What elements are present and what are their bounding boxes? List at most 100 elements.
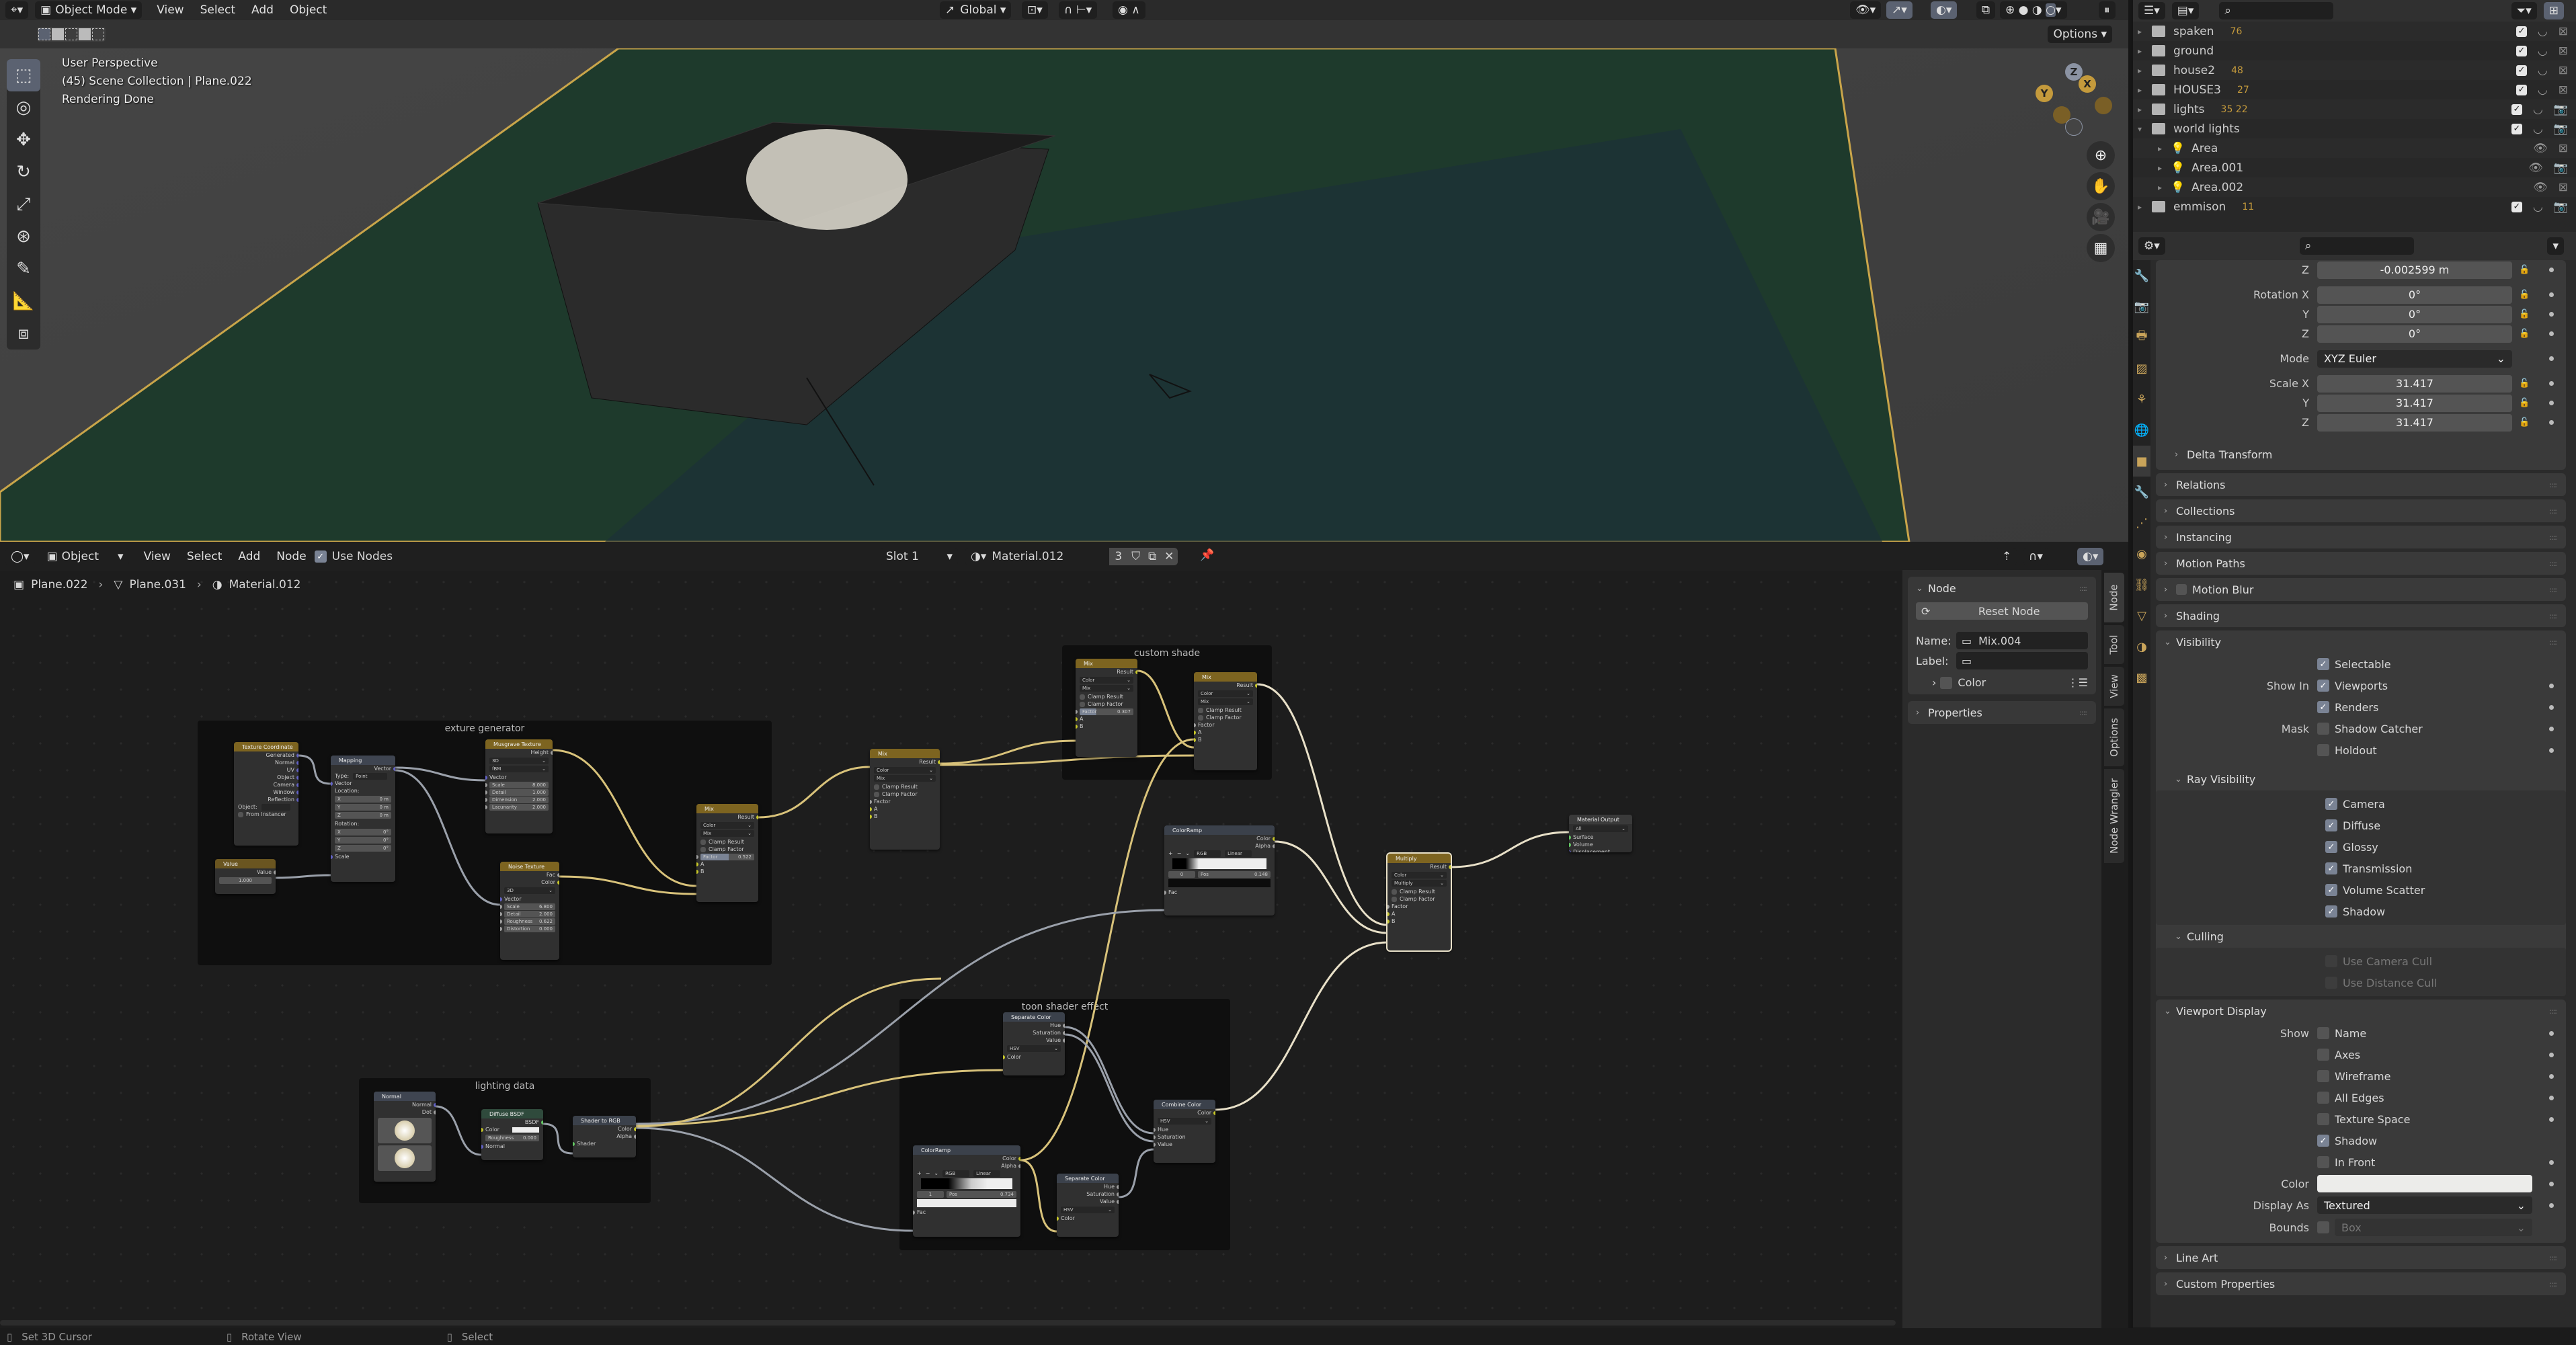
- culling-checkbox[interactable]: [2325, 955, 2337, 967]
- outliner-item-name[interactable]: ground: [2173, 44, 2214, 58]
- color-ramp-gradient[interactable]: [921, 1178, 1012, 1189]
- render-disabled-icon[interactable]: ⊠: [2559, 142, 2568, 155]
- render-disabled-icon[interactable]: ⊠: [2559, 44, 2568, 58]
- stop-index-field[interactable]: 1: [917, 1190, 944, 1198]
- stop-color-swatch[interactable]: [1168, 879, 1271, 887]
- stop-index-field[interactable]: 0: [1168, 870, 1195, 878]
- keyframe-dot[interactable]: [2549, 704, 2554, 710]
- input-socket[interactable]: [870, 799, 872, 804]
- input-socket[interactable]: [870, 807, 872, 811]
- bounds-checkbox[interactable]: [2317, 1221, 2329, 1233]
- relations-header[interactable]: › Relations::::: [2156, 473, 2566, 496]
- disclosure-closed-icon[interactable]: ▸: [2153, 183, 2167, 192]
- use-nodes-toggle[interactable]: ✓ Use Nodes: [314, 550, 393, 563]
- hide-viewport-icon[interactable]: ◡: [2533, 200, 2543, 214]
- viewports-checkbox[interactable]: ✓: [2317, 680, 2329, 692]
- visibility-header[interactable]: ⌄ Visibility::::: [2156, 630, 2566, 653]
- drag-grip-icon[interactable]: ::::: [2549, 533, 2557, 542]
- tab-particles[interactable]: ⋰: [2133, 507, 2150, 538]
- node-musgrave-texture[interactable]: Musgrave Texture Height 3D ⌄ fBM ⌄ Vector …: [485, 739, 553, 833]
- select-intersect-icon[interactable]: [92, 28, 104, 40]
- rotation-x-field[interactable]: 0°: [2317, 286, 2512, 304]
- keyframe-dot[interactable]: [2549, 1181, 2554, 1186]
- add-cube-tool[interactable]: ⧈: [7, 317, 40, 350]
- node-name-field[interactable]: ▭ Mix.004: [1956, 632, 2088, 649]
- node-texture-coordinate[interactable]: Texture Coordinate Generated Normal UV Obje…: [234, 742, 298, 846]
- input-socket[interactable]: [331, 781, 333, 786]
- clamp-result-checkbox[interactable]: [874, 784, 879, 790]
- color-mode-dropdown[interactable]: RGB: [942, 1170, 970, 1177]
- rotation-z-field[interactable]: 0°: [2317, 325, 2512, 343]
- rotate-tool[interactable]: ↻: [7, 156, 40, 188]
- outliner-row[interactable]: ▸ lights 35 22 ✓ ◡ 📷: [2133, 99, 2576, 119]
- tab-constraints[interactable]: ⛓: [2133, 569, 2150, 600]
- node-label-field[interactable]: ▭: [1956, 652, 2088, 669]
- display-as-dropdown[interactable]: Textured ⌄: [2317, 1196, 2532, 1214]
- node-value-field[interactable]: Scale 8.000: [489, 781, 549, 788]
- ray-visibility-checkbox[interactable]: ✓: [2325, 905, 2337, 918]
- input-socket[interactable]: [696, 854, 698, 859]
- input-socket[interactable]: [500, 926, 502, 931]
- node-panel-header[interactable]: ⌄ Node::::: [1908, 577, 2096, 600]
- pin-button[interactable]: 📌: [1200, 548, 1214, 562]
- input-socket[interactable]: [500, 911, 502, 916]
- factor-field[interactable]: Factor 0.307: [1080, 708, 1133, 715]
- hide-viewport-icon[interactable]: ◡: [2533, 122, 2543, 136]
- hide-viewport-icon[interactable]: ◡: [2538, 25, 2548, 38]
- keyframe-dot[interactable]: [2549, 726, 2554, 731]
- collections-header[interactable]: › Collections::::: [2156, 499, 2566, 522]
- motion-paths-header[interactable]: › Motion Paths::::: [2156, 552, 2566, 575]
- tab-tool[interactable]: 🔧: [2133, 260, 2150, 291]
- drag-grip-icon[interactable]: ::::: [2549, 481, 2557, 489]
- drag-grip-icon[interactable]: ::::: [2549, 1254, 2557, 1262]
- location-y[interactable]: Y0 m: [335, 804, 391, 811]
- tab-view-layer[interactable]: ▨: [2133, 353, 2150, 384]
- clamp-factor-checkbox[interactable]: [700, 846, 706, 852]
- outliner-row[interactable]: ▸ 💡 Area.002 👁 ⊠: [2133, 177, 2576, 197]
- wireframe-shading-icon[interactable]: ⊕: [2005, 3, 2015, 17]
- node-value-field[interactable]: Distortion 0.000: [504, 925, 555, 932]
- drag-grip-icon[interactable]: ::::: [2079, 708, 2087, 717]
- tab-world[interactable]: 🌐: [2133, 415, 2150, 446]
- tab-material[interactable]: ◑: [2133, 631, 2150, 662]
- input-socket[interactable]: [1387, 919, 1390, 924]
- rendered-shading-icon[interactable]: ○: [2046, 3, 2056, 17]
- node-noise-texture[interactable]: Noise Texture Fac Color 3D ⌄ Vector Scale…: [500, 862, 559, 960]
- culling-checkbox[interactable]: [2325, 977, 2337, 989]
- roughness-field[interactable]: Roughness 0.000: [485, 1135, 539, 1141]
- disclosure-closed-icon[interactable]: ▸: [2133, 202, 2146, 212]
- mix-dtype-dropdown[interactable]: Color ⌄: [1080, 677, 1133, 684]
- cursor-tool[interactable]: ◎: [7, 91, 40, 124]
- output-socket[interactable]: [1135, 669, 1137, 674]
- annotate-tool[interactable]: ✎: [7, 253, 40, 285]
- add-stop-icon[interactable]: +: [917, 1170, 922, 1176]
- input-socket[interactable]: [696, 869, 698, 874]
- gizmo-x-axis[interactable]: X: [2079, 75, 2096, 93]
- normal-ball-input[interactable]: [378, 1145, 432, 1171]
- tab-texture[interactable]: ▩: [2133, 662, 2150, 693]
- hide-viewport-icon[interactable]: ◡: [2538, 64, 2548, 77]
- keyframe-dot[interactable]: [2549, 1052, 2554, 1057]
- ray-visibility-checkbox[interactable]: ✓: [2325, 819, 2337, 831]
- output-socket[interactable]: [1063, 1038, 1065, 1043]
- output-socket[interactable]: [1449, 864, 1451, 869]
- outliner-item-name[interactable]: emmison: [2173, 200, 2226, 214]
- ne-menu-node[interactable]: Node: [276, 550, 306, 563]
- gizmo-toggle[interactable]: ↗ ▾: [1886, 1, 1913, 19]
- ray-visibility-header[interactable]: ⌄ Ray Visibility: [2156, 768, 2566, 790]
- combine-mode-dropdown[interactable]: HSV ⌄: [1158, 1118, 1211, 1125]
- outliner-item-name[interactable]: house2: [2173, 64, 2215, 77]
- scale-x-field[interactable]: 31.417: [2317, 374, 2512, 393]
- input-socket[interactable]: [696, 862, 698, 866]
- tab-object[interactable]: ■: [2133, 446, 2150, 477]
- input-socket[interactable]: [1076, 724, 1078, 729]
- stop-position-field[interactable]: Pos 0.148: [1198, 870, 1271, 878]
- input-socket[interactable]: [485, 797, 487, 802]
- interpolation-dropdown[interactable]: Linear: [1225, 850, 1252, 857]
- tab-scene[interactable]: ⚘: [2133, 384, 2150, 415]
- drag-grip-icon[interactable]: ::::: [2549, 507, 2557, 516]
- mix-blend-dropdown[interactable]: Multiply ⌄: [1392, 880, 1447, 887]
- fake-user-button[interactable]: ⛉: [1127, 548, 1144, 565]
- input-socket[interactable]: [1194, 723, 1196, 727]
- overlay-toggle[interactable]: ◐ ▾: [2077, 548, 2104, 565]
